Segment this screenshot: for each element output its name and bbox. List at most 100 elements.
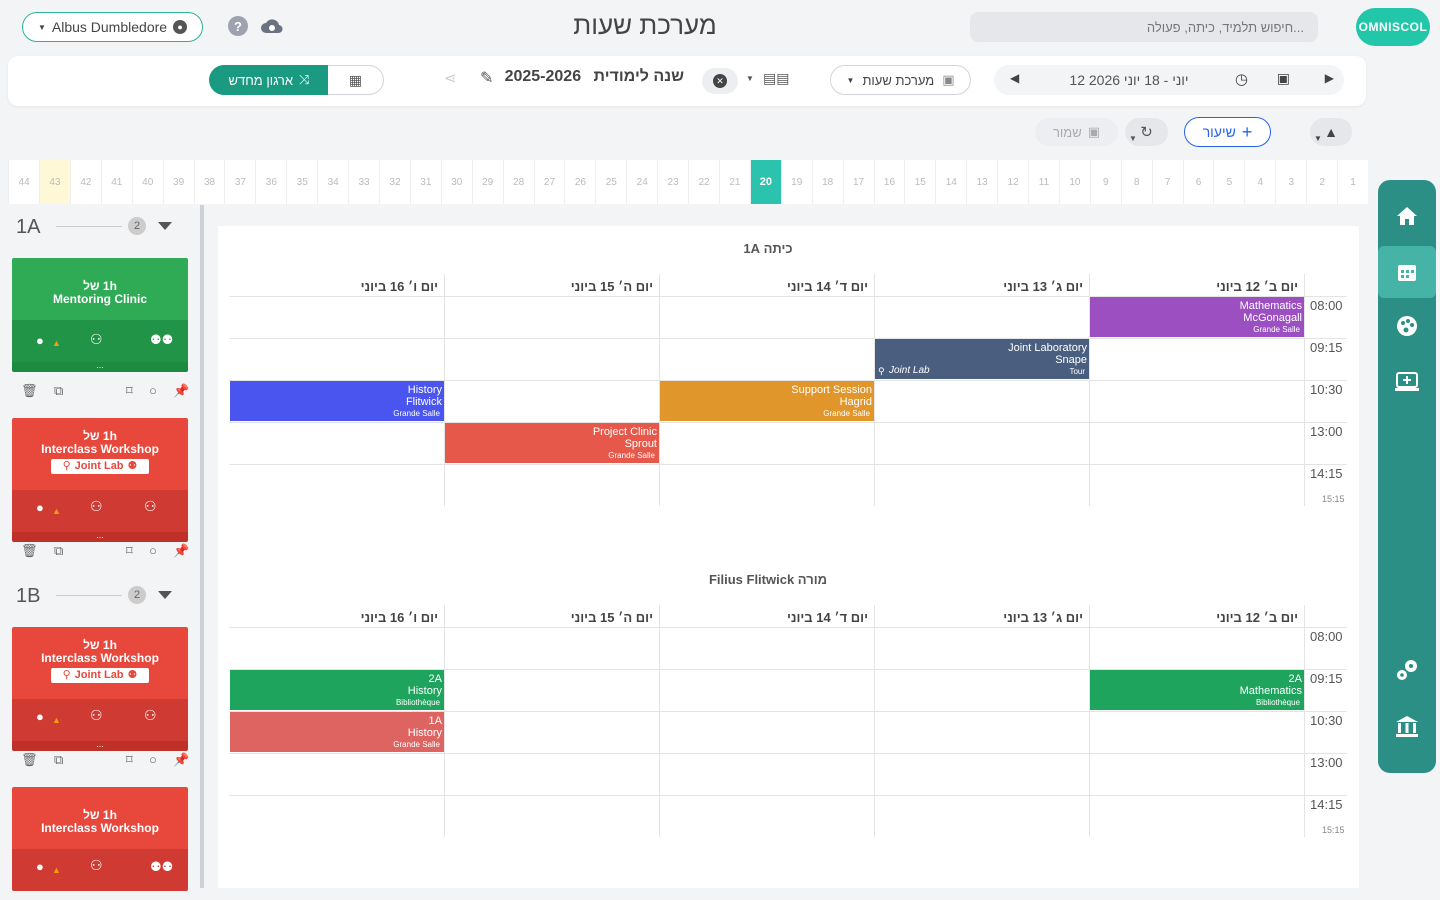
comment-icon[interactable]: ⌑ [126,543,133,559]
week-cell[interactable]: 3 [1275,160,1306,204]
week-cell[interactable]: 12 [997,160,1028,204]
lesson-event[interactable]: Project Clinic Sprout Grande Salle [445,423,659,463]
trash-icon[interactable]: 🗑 [21,752,38,768]
week-cell[interactable]: 20 [749,160,781,204]
save-button[interactable]: שמור ▣ [1035,118,1118,146]
pin-icon[interactable]: 📌 [173,543,189,559]
week-cell[interactable]: 8 [1120,160,1152,204]
clock-icon[interactable]: ◷ [1235,70,1248,88]
pin-icon[interactable]: 📌 [173,383,189,399]
help-icon[interactable]: ? [228,16,248,36]
week-cell[interactable]: 30 [440,160,472,204]
search-input[interactable]: ...חיפוש תלמיד, כיתה, פעולה [970,12,1318,42]
prev-week-button[interactable]: ◀ [1010,71,1019,85]
lesson-event[interactable]: 2A Mathematics Bibliothèque [1090,670,1304,710]
week-cell[interactable]: 22 [688,160,719,204]
search-icon[interactable]: ○ [149,752,157,767]
comment-icon[interactable]: ⌑ [126,752,133,768]
lesson-card[interactable]: 1h של Interclass Workshop ● ▲ ⚇ ⚉⚉ [12,787,188,891]
week-cell[interactable]: 36 [255,160,286,204]
week-cell[interactable]: 38 [193,160,225,204]
reorganize-button[interactable]: ארגון מחדש ⤨ [209,65,329,95]
week-cell[interactable]: 23 [657,160,688,204]
lesson-event[interactable]: 2A History Bibliothèque [230,670,444,710]
week-cell[interactable]: 6 [1182,160,1214,204]
collapse-icon[interactable] [158,591,172,599]
week-cell[interactable]: 11 [1028,160,1059,204]
lesson-event[interactable]: Joint Laboratory Snape Tour Joint Lab ⚲ [875,339,1089,379]
omniscol-logo[interactable]: OMNISCOL [1356,8,1430,46]
palette-icon[interactable] [1378,300,1436,352]
edit-year-icon[interactable]: ✎ [480,68,493,88]
more-icon[interactable]: ... [12,361,188,372]
calendar-picker-icon[interactable]: ▣ [1277,70,1290,87]
comment-icon[interactable]: ⌑ [126,383,133,399]
week-cell[interactable]: 1 [1337,160,1368,204]
trash-icon[interactable]: 🗑 [21,543,38,559]
copy-icon[interactable]: ⧉ [54,752,63,768]
warning-icon[interactable]: ▲ ▼ [1310,118,1352,146]
week-cell[interactable]: 18 [811,160,843,204]
lesson-event[interactable]: Mathematics McGonagall Grande Salle [1090,297,1304,337]
week-cell[interactable]: 26 [564,160,595,204]
grid-view-button[interactable]: ▦ [328,65,384,95]
week-cell[interactable]: 41 [100,160,132,204]
lesson-event[interactable]: History Flitwick Grande Salle [230,381,444,421]
share-icon[interactable]: ⋖ [444,69,457,87]
lesson-card[interactable]: 1h של Interclass Workshop ⚲ Joint Lab ⚉ ● … [12,627,188,751]
timetable-select[interactable]: ▣ מערכת שעות ▼ [830,65,971,95]
week-cell[interactable]: 2 [1306,160,1337,204]
more-icon[interactable]: ... [12,531,188,542]
user-menu[interactable]: ▼ Albus Dumbledore ● [22,12,203,42]
week-cell[interactable]: 9 [1089,160,1121,204]
pin-icon[interactable]: 📌 [173,752,189,768]
week-cell[interactable]: 33 [348,160,379,204]
week-cell[interactable]: 39 [162,160,194,204]
search-icon[interactable]: ○ [149,543,157,558]
calendar-icon[interactable] [1378,246,1436,298]
refresh-icon[interactable]: ↻ ▼ [1125,118,1168,146]
week-cell[interactable]: 17 [842,160,874,204]
copy-icon[interactable]: ⧉ [54,383,63,399]
week-cell[interactable]: 15 [904,160,935,204]
add-lesson-button[interactable]: + שיעור [1184,117,1271,147]
week-cell[interactable]: 27 [533,160,565,204]
lesson-card[interactable]: 1h של Mentoring Clinic ● ▲ ⚇ ⚉⚉ ... [12,258,188,372]
week-cell[interactable]: 44 [8,160,39,204]
week-cell[interactable]: 31 [409,160,441,204]
week-cell[interactable]: 24 [626,160,657,204]
week-cell[interactable]: 28 [502,160,534,204]
lesson-card[interactable]: 1h של Interclass Workshop ⚲ Joint Lab ⚉ ● … [12,418,188,542]
home-icon[interactable] [1378,190,1436,242]
clear-filter-button[interactable]: ✕ [702,68,738,94]
lesson-event[interactable]: Support Session Hagrid Grande Salle [660,381,874,421]
week-cell[interactable]: 29 [471,160,503,204]
collapse-icon[interactable] [158,222,172,230]
panel-resizer[interactable] [200,205,204,888]
week-cell[interactable]: 19 [780,160,812,204]
gears-icon[interactable] [1378,644,1436,696]
lesson-event[interactable]: 1A History Grande Salle [230,712,444,752]
caret-down-icon[interactable]: ▼ [746,74,754,83]
trash-icon[interactable]: 🗑 [21,383,38,399]
week-cell[interactable]: 43 [39,160,70,204]
search-icon[interactable]: ○ [149,383,157,398]
week-cell[interactable]: 5 [1213,160,1244,204]
week-cell[interactable]: 35 [286,160,317,204]
week-cell[interactable]: 7 [1151,160,1183,204]
week-cell[interactable]: 13 [966,160,997,204]
week-cell[interactable]: 42 [69,160,101,204]
add-screen-icon[interactable] [1378,356,1436,408]
next-week-button[interactable]: ▶ [1325,71,1334,85]
week-cell[interactable]: 25 [595,160,626,204]
week-cell[interactable]: 37 [224,160,255,204]
week-cell[interactable]: 4 [1244,160,1275,204]
week-cell[interactable]: 40 [131,160,163,204]
week-cell[interactable]: 10 [1058,160,1090,204]
copy-icon[interactable]: ⧉ [54,543,63,559]
week-cell[interactable]: 21 [718,160,750,204]
date-range-icon[interactable]: ▤▤ [763,70,789,87]
institution-icon[interactable] [1378,700,1436,752]
more-icon[interactable]: ... [12,740,188,751]
week-cell[interactable]: 14 [935,160,966,204]
